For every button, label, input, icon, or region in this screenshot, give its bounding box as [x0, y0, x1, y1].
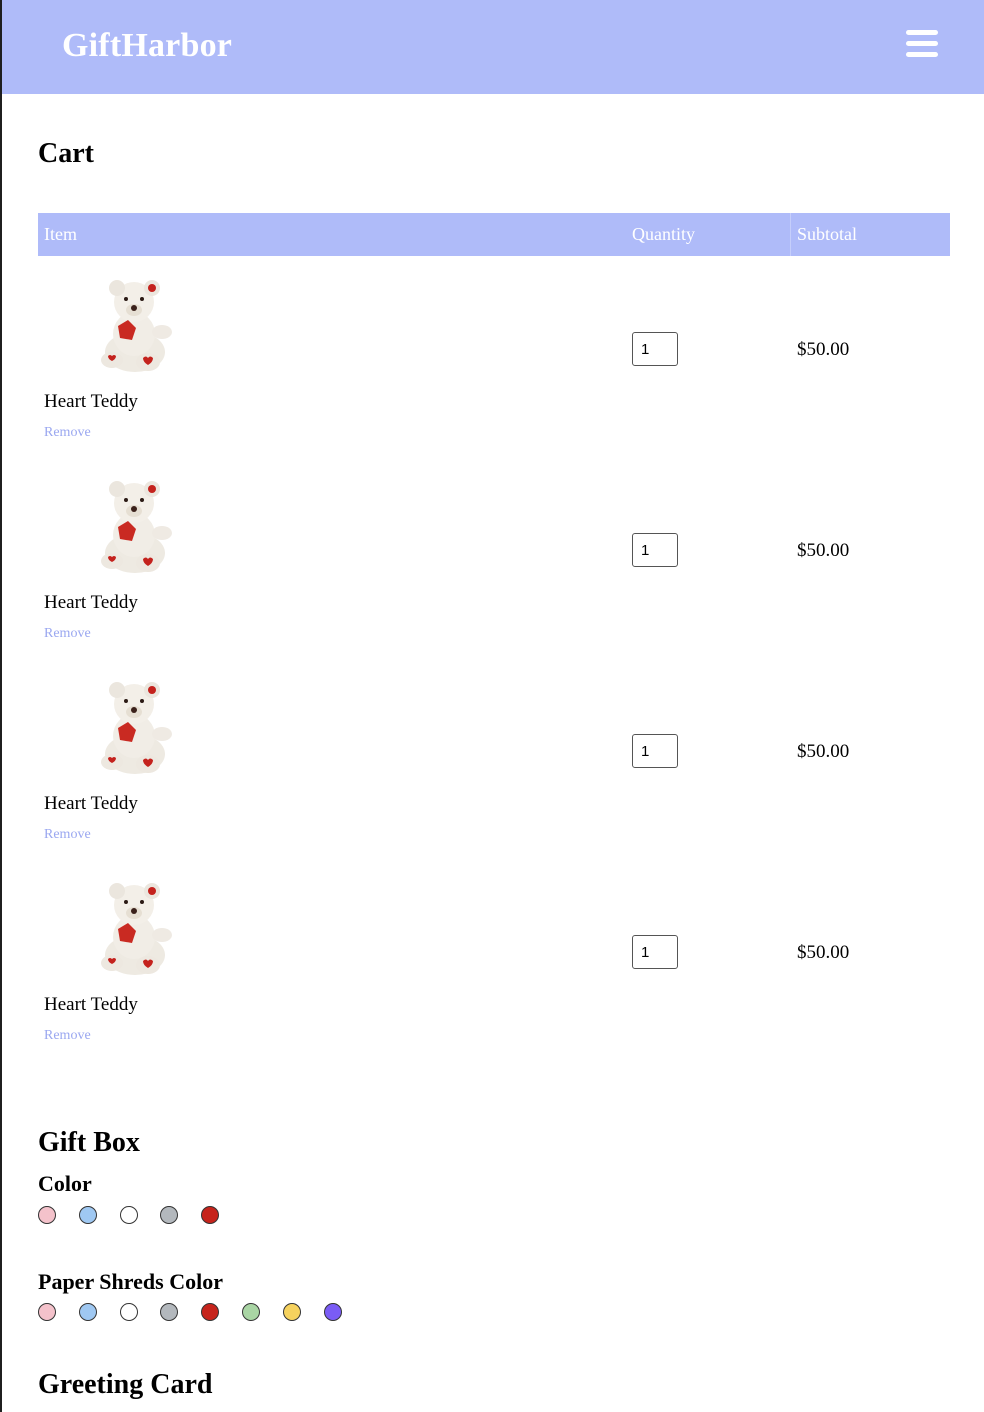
remove-item-link[interactable]: Remove: [44, 425, 91, 441]
shred-color-swatch[interactable]: [38, 1303, 56, 1321]
teddy-bear-image[interactable]: [88, 877, 178, 977]
hamburger-menu-icon[interactable]: [906, 28, 938, 60]
color-swatch[interactable]: [160, 1206, 179, 1224]
shred-color-swatch[interactable]: [160, 1303, 179, 1321]
brand-logo[interactable]: GiftHarbor: [62, 26, 232, 66]
quantity-input[interactable]: [632, 533, 678, 567]
shred-color-swatch[interactable]: [119, 1303, 138, 1321]
shred-color-swatch[interactable]: [78, 1303, 97, 1321]
remove-item-link[interactable]: Remove: [44, 626, 91, 642]
quantity-input[interactable]: [632, 935, 678, 969]
item-subtotal: $50.00: [797, 339, 850, 360]
teddy-bear-image[interactable]: [88, 676, 178, 776]
gift-box-heading: Gift Box: [38, 1127, 140, 1158]
column-header-subtotal: Subtotal: [797, 224, 858, 244]
shred-color-swatch[interactable]: [282, 1303, 301, 1321]
cart-table-header: Item Quantity Subtotal: [38, 213, 950, 256]
site-header: GiftHarbor: [2, 0, 984, 94]
shred-color-swatch[interactable]: [242, 1303, 260, 1321]
item-name: Heart Teddy: [44, 793, 138, 814]
color-swatch[interactable]: [78, 1206, 97, 1224]
quantity-input[interactable]: [632, 332, 678, 366]
color-swatch[interactable]: [38, 1206, 56, 1224]
item-name: Heart Teddy: [44, 391, 138, 412]
item-name: Heart Teddy: [44, 994, 138, 1015]
cart-row: Heart Teddy Remove $50.00: [38, 672, 950, 872]
item-name: Heart Teddy: [44, 592, 138, 613]
column-header-item: Item: [44, 224, 77, 244]
gift-box-color-label: Color: [38, 1171, 92, 1196]
paper-shreds-color-label: Paper Shreds Color: [38, 1269, 223, 1294]
page-title: Cart: [38, 138, 94, 169]
teddy-bear-image[interactable]: [88, 274, 178, 374]
color-swatch[interactable]: [201, 1206, 220, 1224]
teddy-bear-image[interactable]: [88, 475, 178, 575]
column-divider: [790, 213, 791, 256]
remove-item-link[interactable]: Remove: [44, 827, 91, 843]
item-subtotal: $50.00: [797, 942, 850, 963]
shred-color-swatch[interactable]: [323, 1303, 342, 1321]
quantity-input[interactable]: [632, 734, 678, 768]
cart-row: Heart Teddy Remove $50.00: [38, 873, 950, 1073]
cart-row: Heart Teddy Remove $50.00: [38, 471, 950, 671]
shred-color-swatch[interactable]: [201, 1303, 220, 1321]
cart-row: Heart Teddy Remove $50.00: [38, 270, 950, 470]
item-subtotal: $50.00: [797, 540, 850, 561]
color-swatch[interactable]: [119, 1206, 138, 1224]
column-header-quantity: Quantity: [632, 224, 695, 244]
greeting-card-heading: Greeting Card: [38, 1369, 213, 1400]
item-subtotal: $50.00: [797, 741, 850, 762]
window-left-edge: [0, 0, 2, 1412]
remove-item-link[interactable]: Remove: [44, 1028, 91, 1044]
